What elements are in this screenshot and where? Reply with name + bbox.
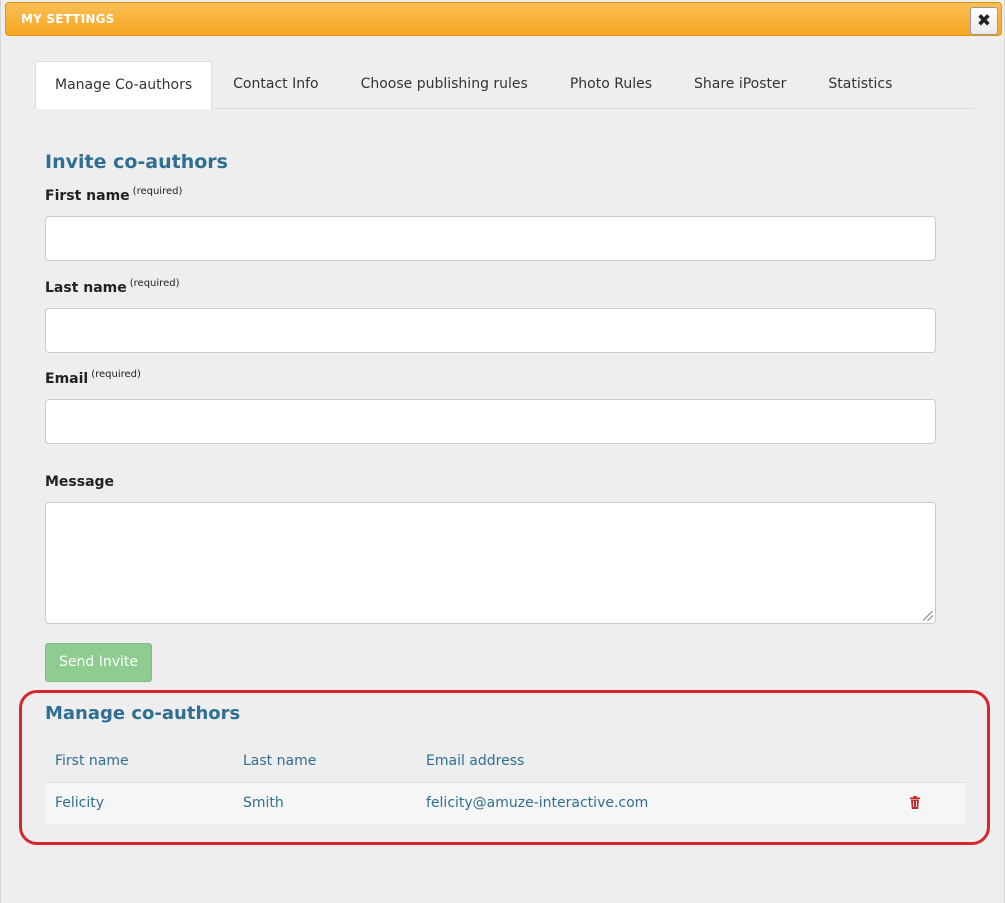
close-icon: ✖	[976, 11, 992, 31]
row-first-name: Felicity	[55, 795, 105, 811]
row-email: felicity@amuze-interactive.com	[426, 795, 649, 811]
table-header: First name Last name Email address	[45, 744, 965, 784]
table-row: Felicity Smith felicity@amuze-interactiv…	[45, 783, 965, 824]
trash-icon[interactable]	[910, 796, 920, 809]
column-header-last-name: Last name	[243, 753, 317, 769]
last-name-label: Last name (required)	[45, 278, 180, 296]
send-invite-button[interactable]: Send Invite	[45, 643, 152, 682]
resize-handle-icon[interactable]	[923, 611, 933, 621]
last-name-input[interactable]	[45, 308, 936, 353]
required-note: (required)	[91, 369, 141, 380]
dialog-titlebar: MY SETTINGS ✖	[5, 2, 1002, 36]
column-header-email: Email address	[426, 753, 525, 769]
row-last-name: Smith	[243, 795, 284, 811]
dialog-title: MY SETTINGS	[21, 12, 115, 26]
column-header-first-name: First name	[55, 753, 129, 769]
settings-dialog: MY SETTINGS ✖ Manage Co-authors Contact …	[0, 0, 1005, 903]
email-input[interactable]	[45, 399, 936, 444]
first-name-label: First name (required)	[45, 186, 183, 204]
required-note: (required)	[129, 278, 180, 289]
manage-heading: Manage co-authors	[45, 703, 241, 724]
required-note: (required)	[132, 186, 183, 197]
tab-photo-rules[interactable]: Photo Rules	[549, 61, 673, 109]
invite-heading: Invite co-authors	[45, 151, 228, 173]
first-name-input[interactable]	[45, 216, 936, 261]
message-textarea[interactable]	[45, 502, 936, 624]
settings-tabs: Manage Co-authors Contact Info Choose pu…	[35, 61, 974, 109]
tab-contact-info[interactable]: Contact Info	[212, 61, 339, 109]
close-button[interactable]: ✖	[970, 7, 998, 35]
email-label: Email (required)	[45, 369, 141, 387]
message-label: Message	[45, 474, 115, 490]
tab-manage-co-authors[interactable]: Manage Co-authors	[35, 61, 213, 109]
tab-share-iposter[interactable]: Share iPoster	[673, 61, 807, 109]
tab-choose-publishing-rules[interactable]: Choose publishing rules	[340, 61, 549, 109]
tab-statistics[interactable]: Statistics	[807, 61, 913, 109]
